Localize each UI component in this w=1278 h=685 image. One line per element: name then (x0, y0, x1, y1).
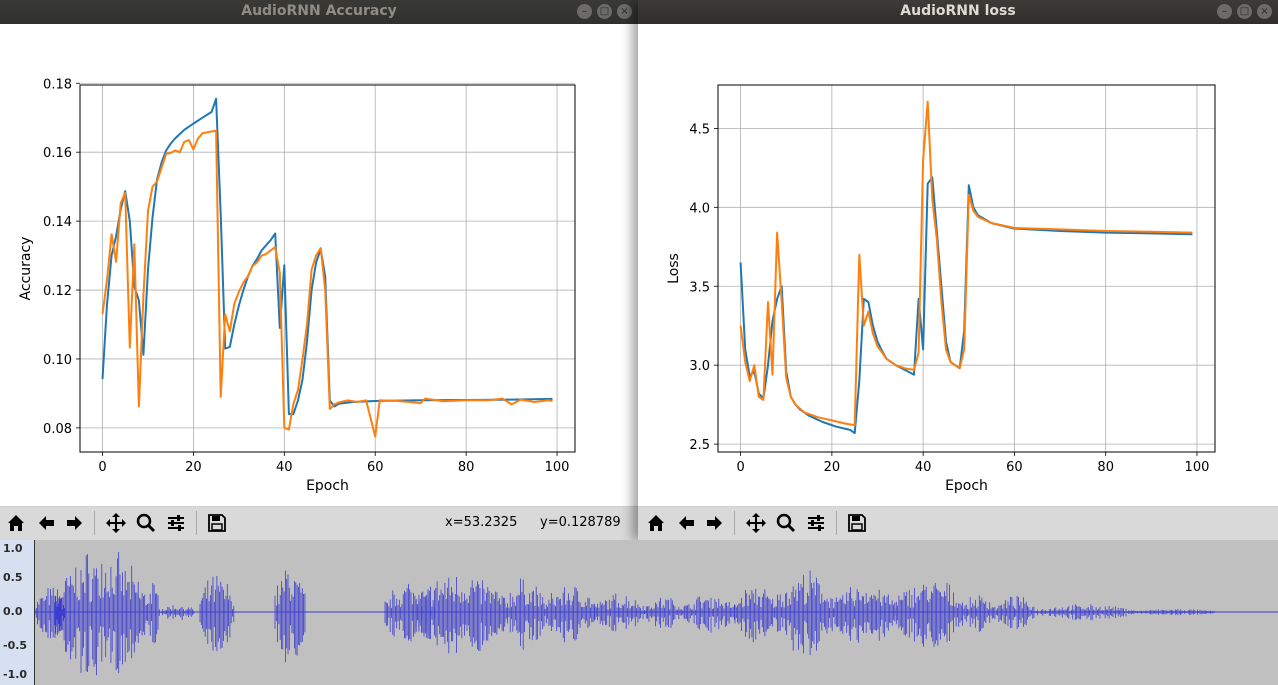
x-tick-label: 80 (458, 460, 475, 475)
accuracy-plot[interactable]: 0 20 40 60 80 100 0.08 0.10 0.12 0.14 0.16 0.18 Epoc… (0, 24, 638, 506)
accuracy-window: AudioRNN Accuracy – □ × 0 20 40 60 80 100 0.08… (0, 0, 638, 540)
zoom-button[interactable] (773, 510, 799, 536)
ruler-label: -1.0 (3, 668, 28, 681)
minimize-button[interactable]: – (1217, 4, 1232, 19)
x-tick-label: 0 (736, 460, 744, 475)
y-axis-label: Accuracy (18, 237, 34, 301)
window-title: AudioRNN Accuracy (0, 0, 638, 24)
maximize-button[interactable]: □ (597, 4, 612, 19)
y-tick-label: 4.0 (689, 201, 710, 216)
y-axis-label: Loss (666, 253, 682, 284)
audio-waveform (35, 552, 1278, 676)
x-tick-label: 100 (545, 460, 570, 475)
ruler-label: -0.5 (3, 639, 28, 652)
forward-button[interactable] (62, 510, 88, 536)
forward-arrow-icon (707, 516, 722, 530)
window-title: AudioRNN loss (638, 0, 1278, 24)
forward-button[interactable] (702, 510, 728, 536)
amplitude-ruler: 1.0 0.5 0.0 -0.5 -1.0 (0, 540, 35, 685)
maximize-button[interactable]: □ (1237, 4, 1252, 19)
y-tick-label: 0.14 (43, 215, 72, 230)
y-tick-label: 2.5 (689, 438, 710, 453)
zoom-icon (776, 513, 796, 533)
x-tick-label: 20 (824, 460, 841, 475)
x-tick-label: 80 (1097, 460, 1114, 475)
y-tick-label: 3.5 (689, 280, 710, 295)
window-controls: – □ × (577, 4, 632, 19)
window-controls: – □ × (1217, 4, 1272, 19)
loss-plot[interactable]: 0 20 40 60 80 100 2.5 3.0 3.5 4.0 4.5 Epoch Loss (638, 24, 1278, 506)
save-button[interactable] (204, 510, 230, 536)
pan-icon (106, 513, 126, 533)
accuracy-chart: 0 20 40 60 80 100 0.08 0.10 0.12 0.14 0.16 0.18 Epoc… (18, 77, 576, 494)
plot-toolbar (638, 506, 1278, 540)
loss-chart: 0 20 40 60 80 100 2.5 3.0 3.5 4.0 4.5 Epoch Loss (666, 84, 1216, 494)
pan-button[interactable] (743, 510, 769, 536)
zoom-icon (136, 513, 156, 533)
coordinate-y-readout: y=0.128789 (540, 515, 621, 530)
configure-subplots-button[interactable] (803, 510, 829, 536)
home-button[interactable] (3, 510, 29, 536)
x-axis-label: Epoch (306, 478, 349, 494)
save-button[interactable] (844, 510, 870, 536)
waveform-path (35, 552, 1215, 676)
forward-arrow-icon (67, 516, 82, 530)
coordinate-x-readout: x=53.2325 (445, 515, 518, 530)
ruler-label: 0.0 (3, 605, 23, 618)
back-arrow-icon (679, 516, 694, 530)
x-tick-label: 100 (1185, 460, 1210, 475)
loss-window: AudioRNN loss – □ × 0 20 40 60 80 100 2.5 3.0 3.… (638, 0, 1278, 540)
x-tick-label: 40 (915, 460, 932, 475)
ruler-label: 0.5 (3, 571, 23, 584)
home-icon (648, 515, 664, 531)
plot-toolbar: x=53.2325 y=0.128789 (0, 506, 638, 540)
x-tick-label: 60 (1006, 460, 1023, 475)
pan-icon (746, 513, 766, 533)
back-button[interactable] (33, 510, 59, 536)
close-button[interactable]: × (1257, 4, 1272, 19)
configure-subplots-icon (808, 515, 824, 531)
x-tick-label: 40 (276, 460, 293, 475)
series-line-orange (739, 100, 1193, 427)
series-line-orange (101, 129, 553, 438)
x-tick-label: 0 (98, 460, 106, 475)
x-axis-label: Epoch (945, 478, 988, 494)
zoom-button[interactable] (133, 510, 159, 536)
plot-frame (79, 84, 576, 453)
audio-track[interactable]: 1.0 0.5 0.0 -0.5 -1.0 (0, 540, 1278, 685)
y-tick-label: 0.16 (43, 146, 72, 161)
configure-subplots-button[interactable] (163, 510, 189, 536)
ruler-label: 1.0 (3, 542, 23, 555)
y-tick-label: 0.08 (43, 422, 72, 437)
y-tick-label: 0.12 (43, 284, 72, 299)
pan-button[interactable] (103, 510, 129, 536)
close-button[interactable]: × (617, 4, 632, 19)
home-icon (8, 515, 24, 531)
x-tick-label: 60 (367, 460, 384, 475)
x-tick-label: 20 (185, 460, 202, 475)
home-button[interactable] (643, 510, 669, 536)
y-tick-label: 4.5 (689, 122, 710, 137)
back-button[interactable] (673, 510, 699, 536)
minimize-button[interactable]: – (577, 4, 592, 19)
y-tick-label: 3.0 (689, 359, 710, 374)
configure-subplots-icon (168, 515, 184, 531)
save-icon (208, 514, 226, 532)
y-tick-label: 0.18 (43, 77, 72, 92)
back-arrow-icon (39, 516, 54, 530)
save-icon (848, 514, 866, 532)
y-tick-label: 0.10 (43, 353, 72, 368)
